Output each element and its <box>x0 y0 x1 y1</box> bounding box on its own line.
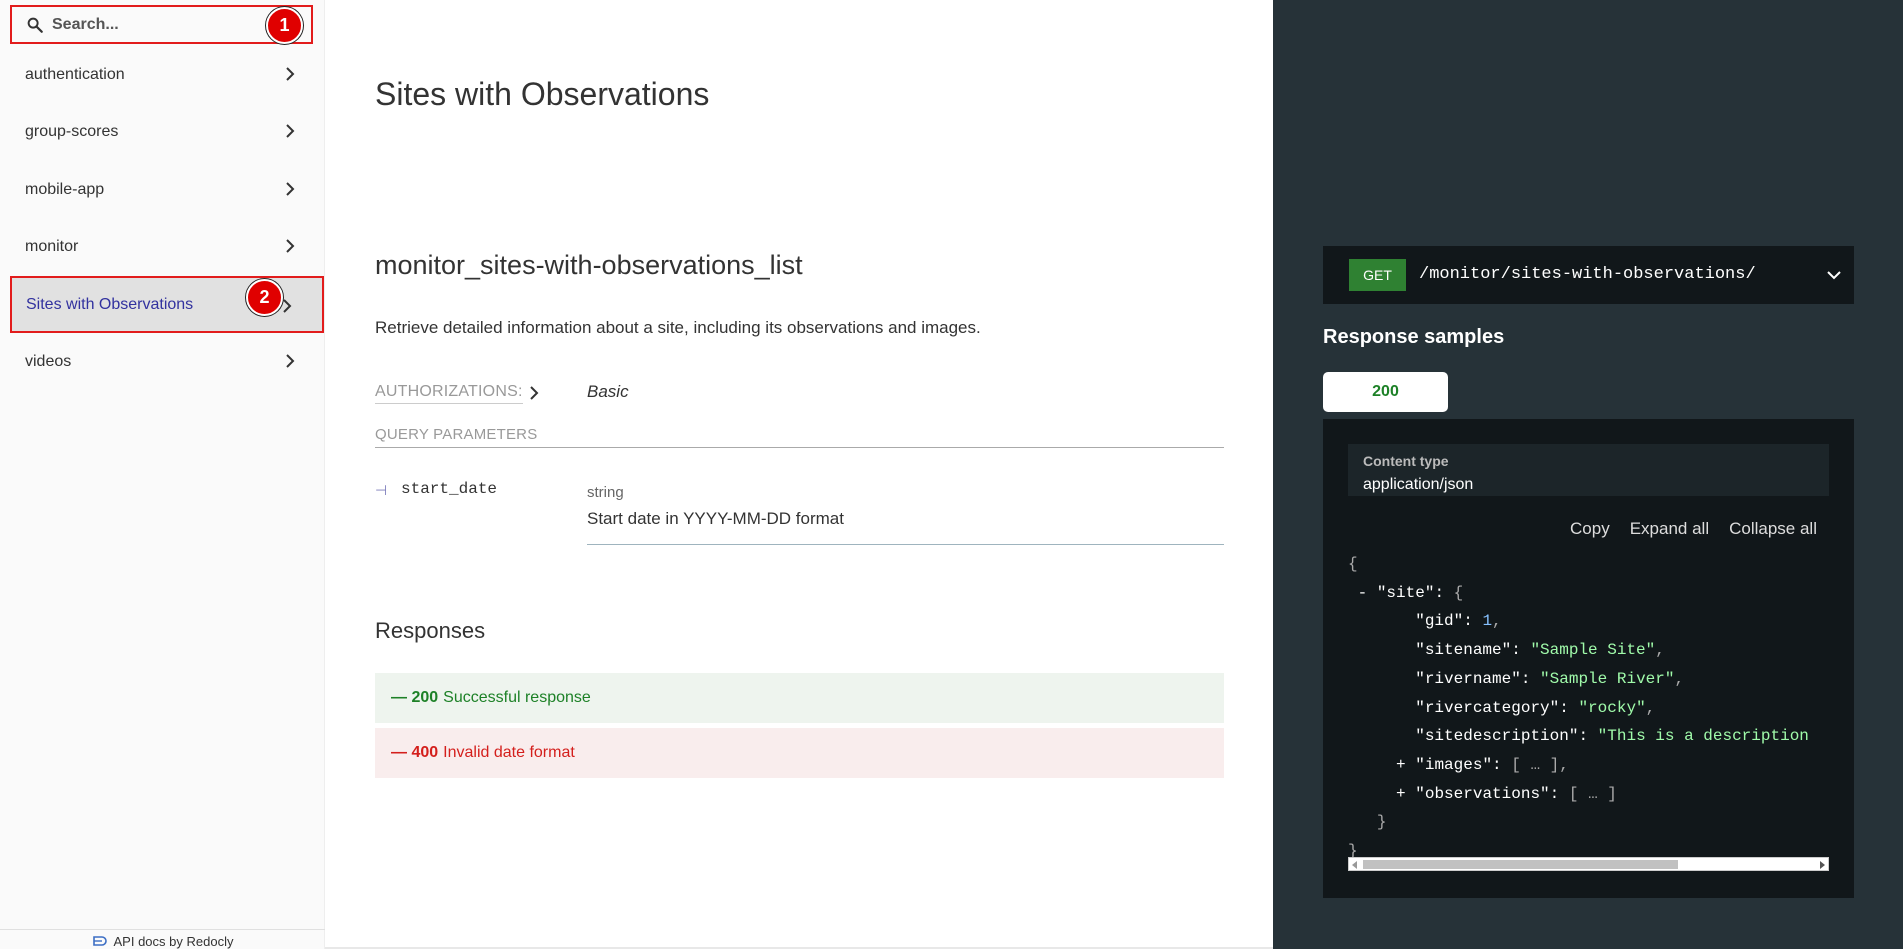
expand-toggle[interactable]: + <box>1396 756 1406 774</box>
operation-description: Retrieve detailed information about a si… <box>375 318 981 337</box>
endpoint-toggle[interactable]: GET /monitor/sites-with-observations/ <box>1323 246 1854 304</box>
divider <box>587 544 1224 545</box>
horizontal-scrollbar[interactable] <box>1348 857 1829 871</box>
sidebar-item-group-scores[interactable]: group-scores <box>0 108 325 155</box>
copy-button[interactable]: Copy <box>1570 519 1610 539</box>
sidebar-item-label: mobile-app <box>25 180 105 198</box>
redocly-footer[interactable]: API docs by Redocly <box>0 929 325 949</box>
tab-status-200[interactable]: 200 <box>1323 372 1448 412</box>
http-method-badge: GET <box>1349 259 1406 291</box>
sidebar: 1 authentication group-scores mobile-app… <box>0 0 325 949</box>
param-description: Start date in YYYY-MM-DD format <box>587 509 844 528</box>
response-code: 200 <box>411 689 439 706</box>
json-value: "rocky" <box>1578 698 1646 717</box>
expand-toggle[interactable]: + <box>1396 785 1406 803</box>
authorizations-value: Basic <box>587 382 629 401</box>
main-content: Sites with Observations monitor_sites-wi… <box>325 0 1273 949</box>
json-sample: { - "site": { "gid": 1, "sitename": "Sam… <box>1348 555 1809 861</box>
annotation-marker-1: 1 <box>266 7 303 44</box>
search-icon <box>27 17 43 33</box>
json-value: 1 <box>1482 612 1493 631</box>
operation-title: monitor_sites-with-observations_list <box>375 250 803 280</box>
param-tree-connector-icon: ⊣ <box>375 482 388 498</box>
content-type-box[interactable]: Content type application/json <box>1348 444 1829 496</box>
response-400-row[interactable]: — 400 Invalid date format <box>375 728 1224 778</box>
annotation-marker-2: 2 <box>246 279 283 316</box>
query-parameters-heading: QUERY PARAMETERS <box>375 426 538 443</box>
collapse-all-button[interactable]: Collapse all <box>1729 519 1817 539</box>
content-type-label: Content type <box>1363 453 1449 469</box>
sidebar-item-label: Sites with Observations <box>26 295 194 313</box>
expand-all-button[interactable]: Expand all <box>1630 519 1709 539</box>
json-key: "images" <box>1415 755 1493 774</box>
sidebar-item-videos[interactable]: videos <box>0 338 325 385</box>
authorizations-toggle[interactable]: AUTHORIZATIONS: <box>375 383 523 404</box>
response-code: 400 <box>411 744 439 761</box>
sidebar-item-label: group-scores <box>25 122 119 140</box>
chevron-right-icon <box>286 239 295 253</box>
content-type-value: application/json <box>1363 476 1474 493</box>
chevron-right-icon <box>286 182 295 196</box>
page-title: Sites with Observations <box>375 76 710 112</box>
response-label: Successful response <box>443 689 591 706</box>
response-label: Invalid date format <box>443 744 575 761</box>
json-key: "site" <box>1376 583 1435 602</box>
json-key: "rivername" <box>1415 669 1521 688</box>
responses-heading: Responses <box>375 618 486 643</box>
chevron-right-icon <box>286 124 295 138</box>
chevron-right-icon <box>286 67 295 81</box>
json-key: "rivercategory" <box>1415 698 1560 717</box>
sidebar-item-authentication[interactable]: authentication <box>0 51 325 98</box>
scroll-right-icon[interactable] <box>1820 861 1825 869</box>
json-value: "Sample River" <box>1540 669 1675 688</box>
sidebar-item-monitor[interactable]: monitor <box>0 223 325 270</box>
chevron-down-icon <box>1827 271 1841 280</box>
json-value: "This is a description <box>1597 727 1809 746</box>
sidebar-item-mobile-app[interactable]: mobile-app <box>0 166 325 213</box>
param-name: start_date <box>401 480 498 498</box>
chevron-right-icon[interactable] <box>528 385 540 401</box>
sidebar-item-label: videos <box>25 352 72 370</box>
search-input[interactable] <box>50 13 270 37</box>
response-200-row[interactable]: — 200 Successful response <box>375 673 1224 723</box>
param-type: string <box>587 484 624 501</box>
json-key: "sitedescription" <box>1415 727 1579 746</box>
sidebar-item-label: authentication <box>25 65 125 83</box>
redocly-logo-icon <box>92 936 107 946</box>
json-actions: Copy Expand all Collapse all <box>1570 519 1817 539</box>
endpoint-path: /monitor/sites-with-observations/ <box>1419 265 1756 284</box>
json-value: "Sample Site" <box>1530 641 1656 660</box>
sidebar-item-label: monitor <box>25 237 79 255</box>
scroll-left-icon[interactable] <box>1352 861 1357 869</box>
response-sample-body: Content type application/json Copy Expan… <box>1323 419 1854 898</box>
scrollbar-thumb[interactable] <box>1363 860 1678 869</box>
chevron-right-icon <box>286 354 295 368</box>
divider <box>375 447 1224 448</box>
collapse-toggle[interactable]: - <box>1358 584 1368 602</box>
json-key: "sitename" <box>1415 641 1512 660</box>
response-samples-heading: Response samples <box>1323 326 1505 348</box>
redocly-footer-label: API docs by Redocly <box>113 934 234 949</box>
samples-panel: GET /monitor/sites-with-observations/ Re… <box>1273 0 1903 949</box>
json-key: "observations" <box>1415 784 1550 803</box>
json-key: "gid" <box>1415 612 1464 631</box>
